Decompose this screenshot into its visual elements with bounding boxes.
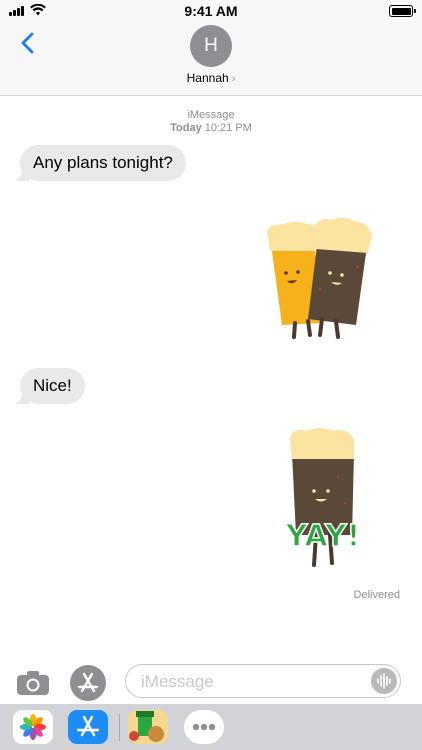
app-store-app-icon[interactable]	[68, 710, 108, 744]
photos-flower-icon	[20, 714, 46, 740]
incoming-message-bubble[interactable]: Nice!	[15, 368, 85, 404]
lager-glass	[267, 221, 320, 339]
apps-button[interactable]	[70, 665, 106, 701]
drawer-divider	[119, 714, 120, 741]
incoming-message-bubble[interactable]: Any plans tonight?	[15, 145, 186, 181]
stout-yay-sticker[interactable]: YAY!	[270, 425, 376, 571]
delivered-status: Delivered	[353, 589, 400, 601]
timestamp-time: 10:21 PM	[204, 122, 252, 134]
waveform-icon	[377, 673, 391, 689]
conversation-header: H Hannah ›	[0, 22, 422, 96]
app-drawer	[0, 704, 422, 750]
yay-sticker-text: YAY!	[285, 519, 361, 554]
conversation-timestamp: Today 10:21 PM	[0, 122, 422, 134]
app-store-icon	[77, 672, 99, 693]
bubble-tail	[15, 390, 29, 404]
battery-icon	[389, 5, 416, 17]
message-field[interactable]	[125, 664, 401, 699]
camera-icon[interactable]	[16, 670, 50, 696]
status-time: 9:41 AM	[184, 3, 238, 19]
message-input[interactable]	[139, 665, 363, 699]
back-chevron-icon[interactable]	[16, 30, 42, 56]
message-text: Nice!	[33, 376, 72, 395]
message-text: Any plans tonight?	[33, 153, 173, 172]
more-dots-icon	[192, 723, 216, 731]
sticker-pack-icon	[128, 710, 168, 744]
sticker-pack-app-icon[interactable]	[128, 710, 168, 744]
more-apps-icon[interactable]	[184, 710, 224, 744]
status-bar: 9:41 AM	[0, 0, 422, 22]
audio-message-button[interactable]	[371, 668, 397, 694]
timestamp-day: Today	[170, 122, 202, 134]
beer-cheers-sticker[interactable]	[262, 215, 374, 343]
contact-avatar[interactable]: H	[190, 25, 232, 67]
stout-glass	[308, 217, 372, 339]
photos-app-icon[interactable]	[13, 710, 53, 744]
contact-name: Hannah	[186, 71, 229, 85]
service-label: iMessage	[187, 109, 235, 121]
contact-name-row[interactable]: Hannah ›	[0, 71, 422, 85]
bubble-tail	[15, 167, 29, 181]
message-input-bar	[0, 658, 422, 704]
app-store-a-icon	[76, 715, 100, 737]
chevron-right-icon: ›	[231, 73, 236, 85]
